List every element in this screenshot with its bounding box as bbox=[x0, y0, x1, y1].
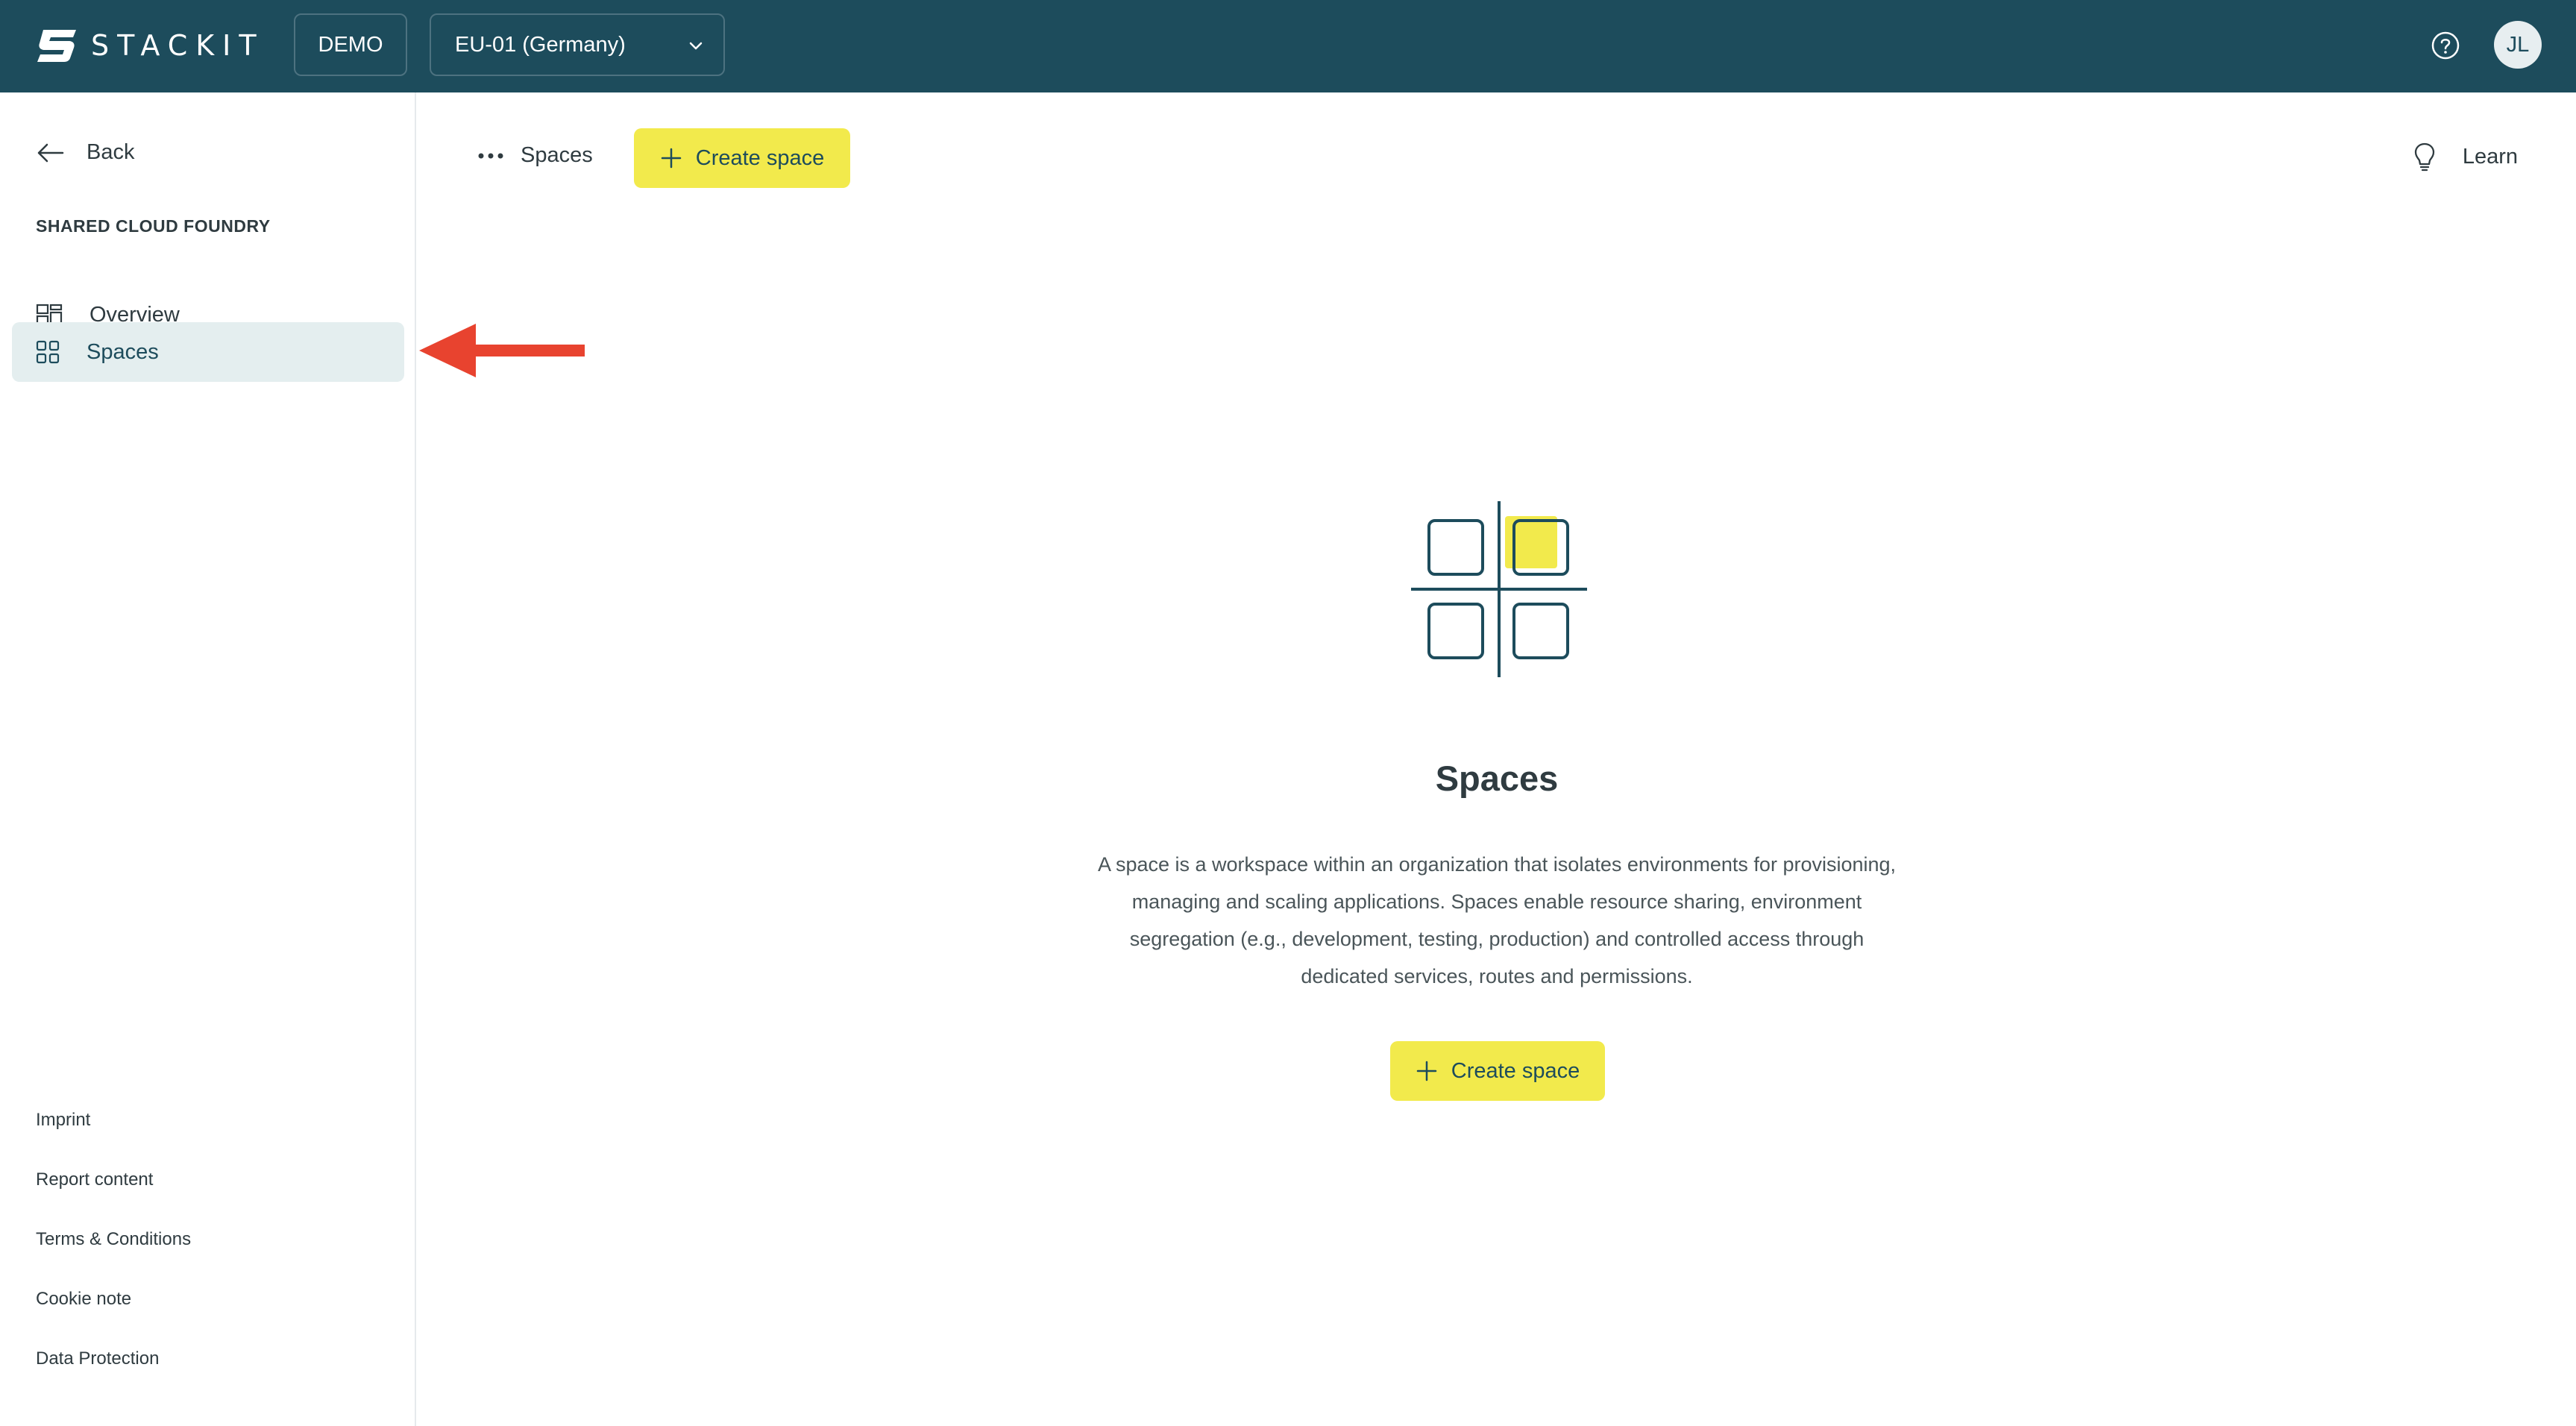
sidebar: Back SHARED CLOUD FOUNDRY Overview Space… bbox=[0, 92, 416, 1426]
breadcrumb-current: Spaces bbox=[521, 143, 593, 167]
learn-label: Learn bbox=[2462, 144, 2518, 169]
plus-icon bbox=[661, 148, 681, 169]
create-space-label: Create space bbox=[1451, 1058, 1580, 1083]
user-avatar[interactable]: JL bbox=[2494, 21, 2542, 69]
create-space-button[interactable]: Create space bbox=[1390, 1041, 1605, 1101]
lightbulb-icon bbox=[2414, 142, 2434, 172]
breadcrumb: Spaces bbox=[477, 143, 593, 168]
region-select[interactable]: EU-01 (Germany) bbox=[430, 13, 725, 76]
sidebar-item-label: Spaces bbox=[87, 339, 159, 364]
create-space-label: Create space bbox=[695, 145, 825, 170]
sidebar-item-spaces[interactable]: Spaces bbox=[12, 322, 404, 382]
plus-icon bbox=[1416, 1061, 1436, 1081]
footer-link-imprint[interactable]: Imprint bbox=[36, 1110, 90, 1131]
main-content: Spaces Create space Learn Spaces A space… bbox=[418, 92, 2576, 1426]
arrow-left-icon bbox=[37, 143, 64, 162]
empty-state-title: Spaces bbox=[1435, 758, 1559, 798]
sidebar-section-title: SHARED CLOUD FOUNDRY bbox=[36, 216, 271, 236]
more-dots-icon[interactable] bbox=[477, 152, 504, 160]
back-label: Back bbox=[87, 140, 135, 164]
stackit-logo[interactable]: STACKIT bbox=[36, 27, 265, 64]
footer-link-cookie-note[interactable]: Cookie note bbox=[36, 1289, 131, 1310]
footer-link-report-content[interactable]: Report content bbox=[36, 1169, 153, 1190]
empty-state-description: A space is a workspace within an organiz… bbox=[1097, 853, 1897, 987]
spaces-illustration-icon bbox=[1411, 501, 1587, 677]
back-link[interactable]: Back bbox=[36, 140, 134, 165]
footer-link-terms[interactable]: Terms & Conditions bbox=[36, 1229, 191, 1250]
help-icon[interactable] bbox=[2428, 28, 2463, 63]
spaces-grid-icon bbox=[36, 340, 60, 364]
chevron-down-icon bbox=[689, 42, 703, 50]
create-space-button-header[interactable]: Create space bbox=[634, 128, 850, 188]
footer-link-data-protection[interactable]: Data Protection bbox=[36, 1348, 159, 1369]
learn-button[interactable]: Learn bbox=[2413, 142, 2518, 172]
brand-name: STACKIT bbox=[91, 29, 265, 62]
stackit-logo-icon bbox=[37, 30, 76, 62]
top-bar: STACKIT DEMO EU-01 (Germany) JL bbox=[0, 0, 2576, 92]
environment-chip[interactable]: DEMO bbox=[294, 13, 407, 76]
region-select-value: EU-01 (Germany) bbox=[455, 32, 626, 57]
